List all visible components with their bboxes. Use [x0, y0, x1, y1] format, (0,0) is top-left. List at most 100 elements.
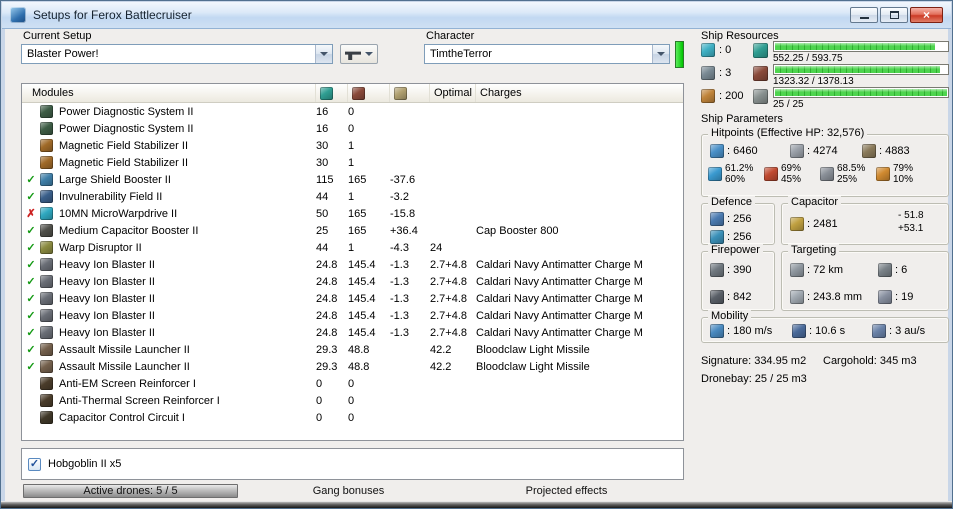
powergrid-icon — [352, 86, 365, 100]
mobility-label: Mobility — [708, 310, 752, 322]
warp-disruptor-icon — [40, 241, 53, 254]
module-cpu-value: 24.8 — [316, 275, 338, 288]
footer-tab-active-drones-5-5[interactable]: Active drones: 5 / 5 — [23, 484, 238, 498]
module-powergrid-value: 145.4 — [348, 292, 376, 305]
module-powergrid-value: 0 — [348, 122, 355, 135]
stat-shield-hp: : 6460 — [710, 144, 790, 158]
stat-scan-resolution: : 243.8 mm — [790, 290, 878, 304]
module-status-icon: ✓ — [26, 191, 36, 203]
thermal-resist-icon — [764, 167, 778, 181]
module-row[interactable]: ✓ Invulnerability Field II 44 1 -3.2 — [22, 188, 683, 205]
module-row[interactable]: Magnetic Field Stabilizer II 30 1 — [22, 154, 683, 171]
header-modules[interactable]: Modules — [22, 84, 316, 102]
module-cap-value: -4.3 — [390, 241, 409, 254]
window-controls: × — [848, 7, 943, 23]
drone-list: ✓ Hobgoblin II x5 — [28, 455, 677, 473]
drone-item[interactable]: ✓ Hobgoblin II x5 — [28, 455, 677, 473]
module-row[interactable]: ✓ Heavy Ion Blaster II 24.8 145.4 -1.3 2.7+4.… — [22, 324, 683, 341]
magnetic-stabilizer-icon — [40, 139, 53, 152]
module-status-icon: ✓ — [26, 242, 36, 254]
stat-align-time: : 10.6 s — [792, 324, 872, 338]
drone-checkbox[interactable]: ✓ — [28, 457, 41, 471]
module-row[interactable]: ✓ Assault Missile Launcher II 29.3 48.8 42.2… — [22, 341, 683, 358]
module-row[interactable]: Capacitor Control Circuit I 0 0 — [22, 409, 683, 426]
module-cpu-value: 115 — [316, 173, 334, 186]
character-combobox-dropdown[interactable] — [652, 45, 669, 63]
hitpoints-groupbox: Hitpoints (Effective HP: 32,576) : 6460:… — [701, 127, 949, 197]
module-row[interactable]: ✓ Large Shield Booster II 115 165 -37.6 — [22, 171, 683, 188]
module-row[interactable]: ✓ Assault Missile Launcher II 29.3 48.8 42.2… — [22, 358, 683, 375]
module-row[interactable]: Anti-Thermal Screen Reinforcer I 0 0 — [22, 392, 683, 409]
maximize-button[interactable] — [880, 7, 908, 23]
module-cpu-value: 16 — [316, 122, 329, 135]
resource-bar-group: 1323.32 / 1378.13 — [773, 64, 949, 87]
module-cpu-value: 44 — [316, 241, 329, 254]
module-row[interactable]: Power Diagnostic System II 16 0 — [22, 120, 683, 137]
module-row[interactable]: ✓ Heavy Ion Blaster II 24.8 145.4 -1.3 2.7+4.… — [22, 256, 683, 273]
module-row[interactable]: ✓ Warp Disruptor II 44 1 -4.3 24 — [22, 239, 683, 256]
module-powergrid-value: 165 — [348, 173, 367, 186]
module-powergrid-value: 48.8 — [348, 343, 370, 356]
structure-hp-icon — [862, 144, 876, 158]
stat-value: : 842 — [727, 291, 752, 303]
module-status-icon: ✓ — [26, 259, 36, 271]
resist-thermal-resist: 69% 45% — [764, 163, 820, 185]
stat-value: : 10.6 s — [809, 325, 846, 337]
module-optimal-value: 24 — [430, 241, 443, 254]
footer-tab-gang-bonuses[interactable]: Gang bonuses — [241, 484, 456, 498]
header-charges[interactable]: Charges — [476, 84, 683, 102]
module-row[interactable]: Power Diagnostic System II 16 0 — [22, 103, 683, 120]
minimize-button[interactable] — [850, 7, 878, 23]
module-row[interactable]: ✗ 10MN MicroWarpdrive II 50 165 -15.8 — [22, 205, 683, 222]
targeting-label: Targeting — [788, 244, 840, 256]
module-cap-value: -15.8 — [390, 207, 416, 220]
character-skill-bar — [675, 41, 684, 68]
header-optimal[interactable]: Optimal — [430, 84, 476, 102]
dronebay-icon — [753, 89, 768, 104]
header-cpu[interactable] — [316, 84, 348, 102]
module-status-icon: ✓ — [26, 310, 36, 322]
shield-rig-icon — [40, 394, 53, 407]
module-optimal-value: 2.7+4.8 — [430, 309, 468, 322]
module-type-icon — [40, 292, 59, 305]
hybrid-turret-icon — [40, 258, 53, 271]
character-combobox[interactable]: TimtheTerror — [424, 44, 670, 64]
shield-rig-icon — [40, 377, 53, 390]
module-row[interactable]: Magnetic Field Stabilizer II 30 1 — [22, 137, 683, 154]
cargohold-text: Cargohold: 345 m3 — [823, 355, 917, 367]
module-name: Heavy Ion Blaster II — [59, 326, 155, 339]
defence-stats: : 256: 256 — [702, 204, 774, 244]
setup-combobox-dropdown[interactable] — [315, 45, 332, 63]
module-row[interactable]: ✓ Heavy Ion Blaster II 24.8 145.4 -1.3 2.7+4.… — [22, 307, 683, 324]
header-powergrid[interactable] — [348, 84, 390, 102]
module-name: Anti-Thermal Screen Reinforcer I — [59, 394, 220, 407]
setup-combobox[interactable]: Blaster Power! — [21, 44, 333, 64]
hybrid-turret-icon — [40, 326, 53, 339]
resource-value: : 3 — [719, 67, 732, 79]
module-row[interactable]: ✓ Heavy Ion Blaster II 24.8 145.4 -1.3 2.7+4.… — [22, 290, 683, 307]
resist-values: 68.5% 25% — [837, 163, 865, 185]
module-row[interactable]: ✓ Medium Capacitor Booster II 25 165 +36.4 Ca… — [22, 222, 683, 239]
module-cpu-value: 29.3 — [316, 360, 338, 373]
module-name: Heavy Ion Blaster II — [59, 292, 155, 305]
setup-combobox-value: Blaster Power! — [27, 48, 99, 60]
close-button[interactable]: × — [910, 7, 943, 23]
capacitor-rig-icon — [40, 411, 53, 424]
stat-volley-damage: : 390 — [710, 263, 774, 277]
header-cap-usage[interactable] — [390, 84, 430, 102]
module-cpu-value: 16 — [316, 105, 329, 118]
module-cpu-value: 0 — [316, 377, 323, 390]
module-status-icon: ✗ — [26, 208, 36, 220]
title-bar[interactable]: Setups for Ferox Battlecruiser × — [2, 2, 951, 29]
resists-row: 61.2% 60% 69% 45% 68.5% 25% 79% 10% — [702, 158, 948, 185]
module-status-icon: ✓ — [26, 276, 36, 288]
module-row[interactable]: ✓ Heavy Ion Blaster II 24.8 145.4 -1.3 2.7+4.… — [22, 273, 683, 290]
resist-em-resist: 61.2% 60% — [708, 163, 764, 185]
resource-value: : 0 — [719, 44, 732, 56]
target-range-icon — [790, 263, 804, 277]
module-row[interactable]: Anti-EM Screen Reinforcer I 0 0 — [22, 375, 683, 392]
armor-resist-value: 10% — [893, 174, 914, 185]
footer-tab-projected-effects[interactable]: Projected effects — [459, 484, 674, 498]
stat-armor-repair: : 256 — [710, 230, 774, 244]
fitting-menu-button[interactable] — [340, 44, 378, 64]
